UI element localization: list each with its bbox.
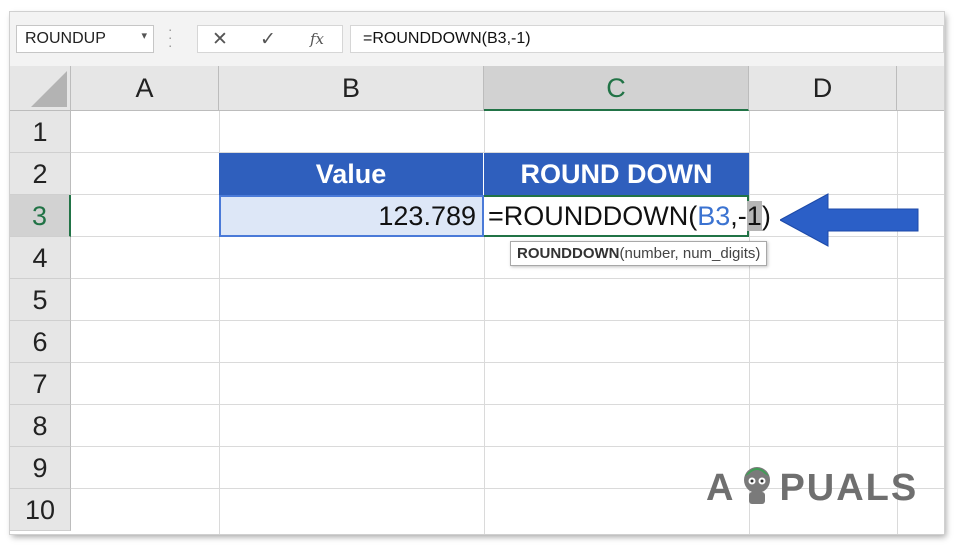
gridline <box>71 320 944 321</box>
row-header-6[interactable]: 6 <box>10 321 71 363</box>
row-header-1[interactable]: 1 <box>10 111 71 153</box>
formula-suffix: ) <box>761 201 771 231</box>
formula-input[interactable]: =ROUNDDOWN(B3,-1) <box>350 25 944 53</box>
column-header-d[interactable]: D <box>749 66 897 111</box>
row-header-9[interactable]: 9 <box>10 447 71 489</box>
select-all-triangle-icon <box>31 71 67 107</box>
gridline <box>71 404 944 405</box>
row-header-2[interactable]: 2 <box>10 153 71 195</box>
mascot-icon <box>744 467 771 504</box>
tooltip-arguments: (number, num_digits) <box>619 245 761 262</box>
row-header-4[interactable]: 4 <box>10 237 71 279</box>
pointer-arrow-icon <box>780 193 919 247</box>
enter-icon[interactable]: ✓ <box>260 28 276 51</box>
column-header-c[interactable]: C <box>484 66 749 111</box>
watermark-letter-a: A <box>706 467 736 509</box>
gridline <box>71 446 944 447</box>
row-header-3[interactable]: 3 <box>10 195 71 237</box>
gridline <box>71 278 944 279</box>
row-header-7[interactable]: 7 <box>10 363 71 405</box>
header-cell-value[interactable]: Value <box>219 153 484 195</box>
appuals-watermark: A PUALS <box>706 462 918 510</box>
formula-middle: ,- <box>730 201 747 231</box>
formula-prefix: =ROUNDDOWN( <box>488 201 698 231</box>
row-header-10[interactable]: 10 <box>10 489 71 531</box>
column-header-b[interactable]: B <box>219 66 484 111</box>
watermark-letters-puals: PUALS <box>779 467 919 509</box>
chevron-down-icon[interactable]: ▾ <box>141 29 147 42</box>
name-box[interactable]: ROUNDUP ▾ <box>16 25 154 53</box>
name-box-value: ROUNDUP <box>25 30 106 47</box>
select-all-corner[interactable] <box>10 66 71 111</box>
column-header-e[interactable] <box>897 66 944 111</box>
row-header-5[interactable]: 5 <box>10 279 71 321</box>
header-cell-round-down[interactable]: ROUND DOWN <box>484 153 749 195</box>
row-header-8[interactable]: 8 <box>10 405 71 447</box>
cell-c3-editing[interactable]: =ROUNDDOWN(B3,-1) <box>484 195 771 237</box>
gridline <box>71 362 944 363</box>
excel-window: ROUNDUP ▾ ⋅ ⋅ ⋅ ✕ ✓ fx =ROUNDDOWN(B3,-1) A… <box>10 12 944 534</box>
text-cursor: 1 <box>746 201 762 231</box>
column-header-a[interactable]: A <box>71 66 219 111</box>
insert-function-icon[interactable]: fx <box>310 30 324 48</box>
cancel-icon[interactable]: ✕ <box>212 28 228 51</box>
drag-handle-icon[interactable]: ⋅ ⋅ ⋅ <box>168 23 172 53</box>
formula-buttons: ✕ ✓ fx <box>197 25 343 53</box>
tooltip-function-name[interactable]: ROUNDDOWN <box>517 245 620 262</box>
function-tooltip[interactable]: ROUNDDOWN(number, num_digits) <box>510 241 768 266</box>
formula-bar: ROUNDUP ▾ ⋅ ⋅ ⋅ ✕ ✓ fx =ROUNDDOWN(B3,-1) <box>10 12 944 66</box>
formula-reference-b3: B3 <box>697 201 731 231</box>
cell-b3-value[interactable]: 123.789 <box>219 195 484 237</box>
